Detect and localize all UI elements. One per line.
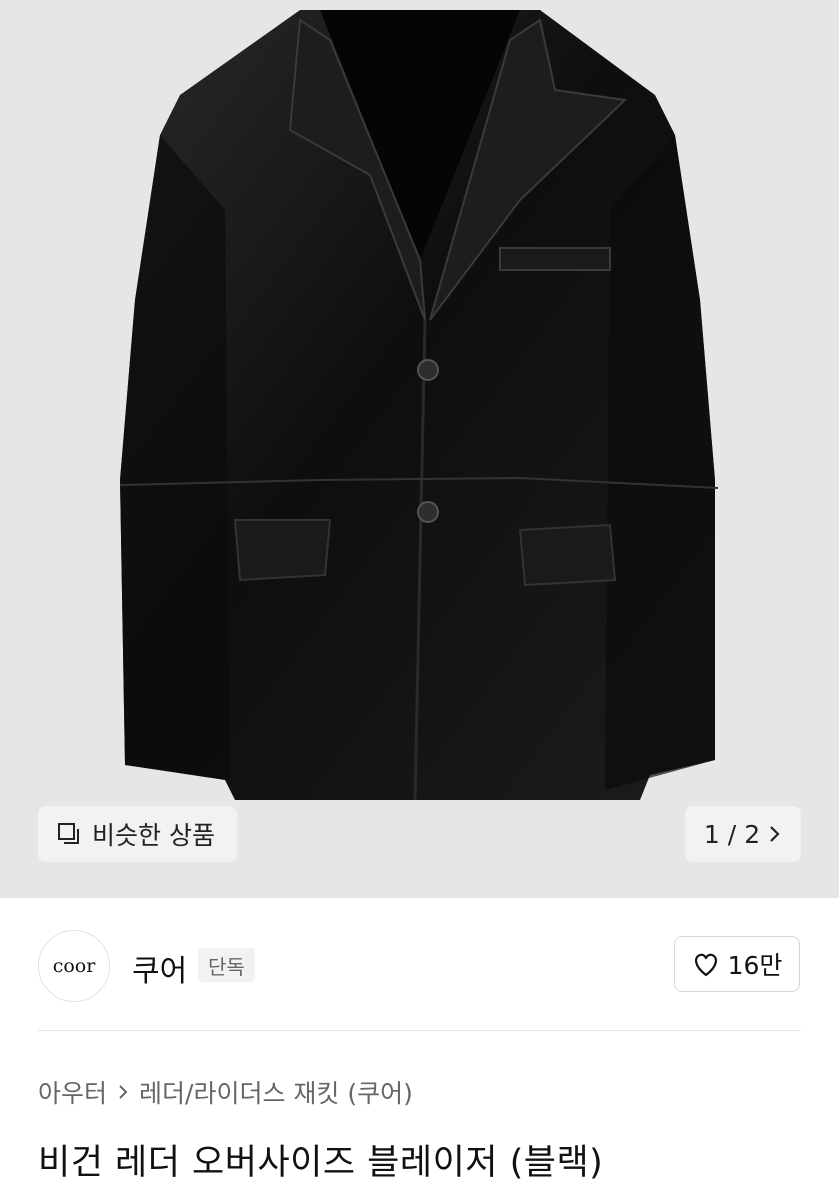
similar-products-button[interactable]: 비슷한 상품	[38, 806, 237, 862]
like-button[interactable]: 16만	[674, 936, 800, 992]
chevron-right-icon	[119, 1085, 128, 1099]
brand-name[interactable]: 쿠어	[132, 946, 187, 990]
product-image-gallery[interactable]: 비슷한 상품 1 / 2	[0, 0, 839, 898]
product-image	[119, 10, 719, 801]
product-title: 비건 레더 오버사이즈 블레이저 (블랙)	[38, 1143, 604, 1183]
similar-items-icon	[58, 823, 79, 844]
heart-icon	[694, 953, 717, 977]
exclusive-badge: 단독	[198, 948, 255, 982]
chevron-right-icon	[770, 826, 780, 842]
pager-current: 1	[703, 819, 720, 849]
breadcrumb: 아우터 레더/라이더스 재킷 (쿠어)	[38, 1074, 413, 1110]
like-count: 16만	[727, 951, 783, 980]
breadcrumb-subcategory[interactable]: 레더/라이더스 재킷 (쿠어)	[139, 1074, 413, 1110]
similar-products-label: 비슷한 상품	[92, 821, 215, 850]
image-pager[interactable]: 1 / 2	[685, 806, 801, 862]
pager-total: 2	[744, 819, 761, 849]
divider	[38, 1030, 801, 1031]
exclusive-badge-label: 단독	[208, 954, 245, 979]
brand-logo[interactable]: coor	[38, 930, 110, 1002]
breadcrumb-category[interactable]: 아우터	[38, 1074, 107, 1110]
brand-logo-text: coor	[52, 955, 96, 977]
pager-separator: /	[727, 819, 737, 849]
